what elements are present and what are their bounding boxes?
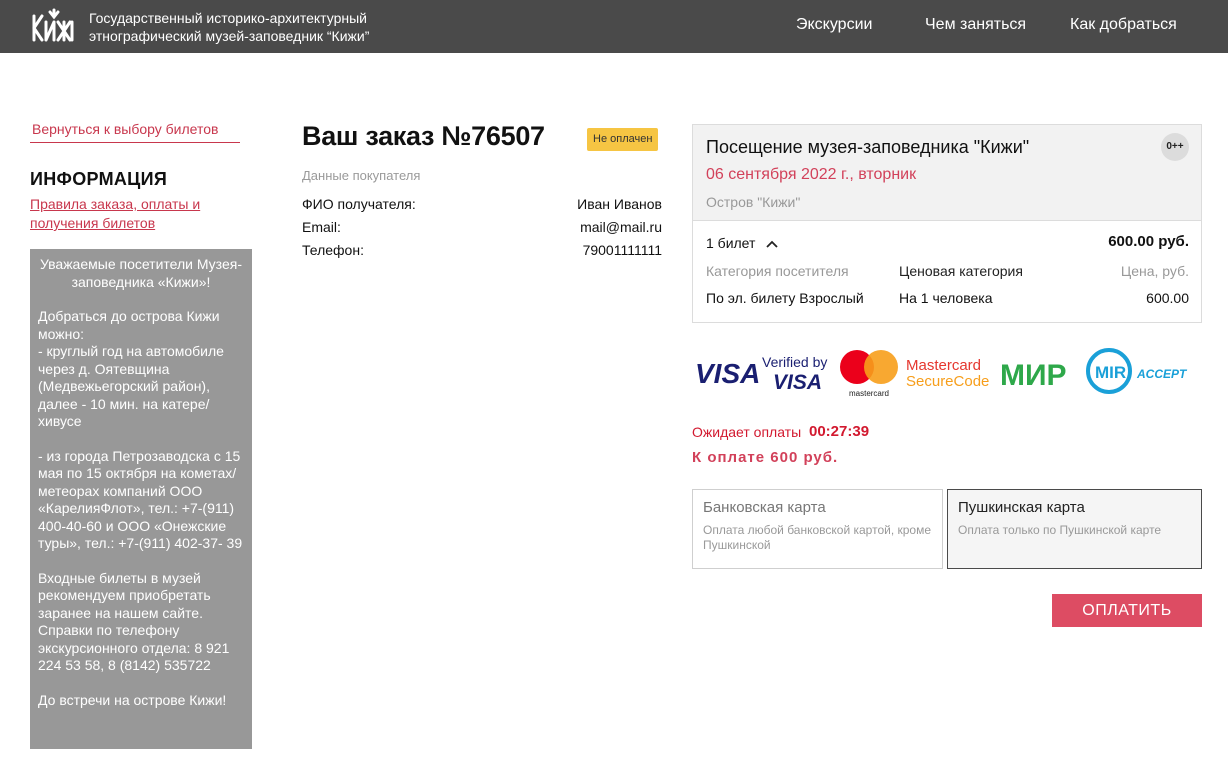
column-header: Цена, руб. (1120, 263, 1189, 279)
visitor-category: По эл. билету Взрослый (706, 290, 864, 306)
column-header: Ценовая категория (899, 263, 1023, 279)
ticket-toggle[interactable]: 1 билет (706, 235, 779, 251)
event-name: Посещение музея-заповедника "Кижи" (706, 137, 1030, 157)
event-place: Остров "Кижи" (706, 194, 801, 210)
kizhi-logo-icon[interactable] (30, 8, 78, 44)
back-to-tickets-link[interactable]: Вернуться к выбору билетов (32, 121, 218, 137)
age-rating-badge: 0++ (1161, 133, 1189, 161)
svg-text:VISA: VISA (695, 358, 760, 389)
mir-logo-icon: МИР (1000, 359, 1067, 392)
option-title: Пушкинская карта (958, 499, 1085, 516)
info-box: Уважаемые посетители Музея-заповедника «… (30, 249, 252, 749)
event-date: 06 сентября 2022 г., вторник (706, 166, 917, 183)
field-value: Иван Иванов (577, 196, 662, 212)
nav-things-to-do[interactable]: Чем заняться (925, 16, 1026, 34)
info-intro: Уважаемые посетители Музея-заповедника «… (40, 256, 242, 290)
field-value: 79001111111 (582, 242, 662, 258)
nav-excursions[interactable]: Экскурсии (796, 16, 872, 34)
payment-logos: VISA Verified by VISA mastercard Masterc… (695, 348, 1188, 398)
rules-link[interactable]: Правила заказа, оплаты и получения билет… (30, 195, 230, 233)
mir-accept-logo-icon: MIR ACCEPT (1086, 348, 1188, 394)
visa-logo-icon: VISA (695, 358, 760, 389)
svg-text:МИР: МИР (1000, 359, 1067, 392)
nav-how-to-get[interactable]: Как добраться (1070, 16, 1177, 34)
pushkin-card-option[interactable]: Пушкинская карта Оплата только по Пушкин… (947, 489, 1202, 569)
order-title: Ваш заказ №76507 (302, 121, 545, 151)
buyer-row-phone: Телефон: 79001111111 (302, 242, 662, 258)
status-badge: Не оплачен (587, 128, 659, 151)
option-description: Оплата любой банковской картой, кроме Пу… (703, 523, 932, 552)
mastercard-logo-icon: mastercard (840, 350, 898, 398)
awaiting-payment-label: Ожидает оплаты (692, 424, 802, 440)
svg-text:Mastercard: Mastercard (906, 357, 981, 374)
field-value: mail@mail.ru (580, 219, 662, 235)
divider (30, 142, 240, 143)
amount-to-pay: К оплате 600 руб. (692, 449, 839, 466)
info-heading: ИНФОРМАЦИЯ (30, 169, 168, 189)
svg-text:MIR: MIR (1095, 363, 1126, 382)
buyer-row-name: ФИО получателя: Иван Иванов (302, 196, 662, 212)
field-label: Email: (302, 219, 341, 235)
info-paragraph: - из города Петрозаводска с 15 мая по 15… (38, 447, 243, 552)
info-paragraph: До встречи на острове Кижи! (38, 691, 227, 708)
securecode-logo-icon: Mastercard SecureCode (906, 357, 989, 390)
summary-header: Посещение музея-заповедника "Кижи" 06 се… (693, 125, 1201, 221)
svg-text:mastercard: mastercard (849, 389, 889, 398)
ticket-total: 600.00 руб. (1108, 233, 1189, 250)
buyer-section-label: Данные покупателя (302, 168, 421, 183)
pay-button[interactable]: ОПЛАТИТЬ (1052, 594, 1202, 627)
ticket-price: 600.00 (1146, 290, 1189, 306)
payment-timer: 00:27:39 (809, 423, 870, 440)
chevron-up-icon (766, 241, 778, 248)
buyer-row-email: Email: mail@mail.ru (302, 219, 662, 235)
verified-by-visa-logo-icon: Verified by VISA (762, 354, 827, 394)
info-paragraph: Входные билеты в музей рекомендуем приоб… (38, 569, 230, 674)
option-description: Оплата только по Пушкинской карте (958, 523, 1162, 537)
museum-name-line1: Государственный историко-архитектурный (89, 10, 367, 26)
info-paragraph: Добраться до острова Кижи можно: - кругл… (38, 308, 224, 429)
svg-text:Verified by: Verified by (762, 354, 827, 370)
museum-name: Государственный историко-архитектурный э… (89, 9, 369, 45)
bank-card-option[interactable]: Банковская карта Оплата любой банковской… (692, 489, 943, 569)
top-header: Государственный историко-архитектурный э… (0, 0, 1228, 53)
column-header: Категория посетителя (706, 263, 849, 279)
price-category: На 1 человека (899, 290, 993, 306)
order-summary-card: Посещение музея-заповедника "Кижи" 06 се… (692, 124, 1202, 323)
option-title: Банковская карта (703, 499, 826, 516)
museum-name-line2: этнографический музей-заповедник “Кижи” (89, 28, 370, 44)
ticket-count: 1 билет (706, 235, 756, 251)
field-label: ФИО получателя: (302, 196, 416, 212)
svg-text:ACCEPT: ACCEPT (1136, 367, 1188, 381)
svg-text:SecureCode: SecureCode (906, 373, 989, 390)
svg-text:VISA: VISA (773, 371, 822, 394)
field-label: Телефон: (302, 242, 364, 258)
